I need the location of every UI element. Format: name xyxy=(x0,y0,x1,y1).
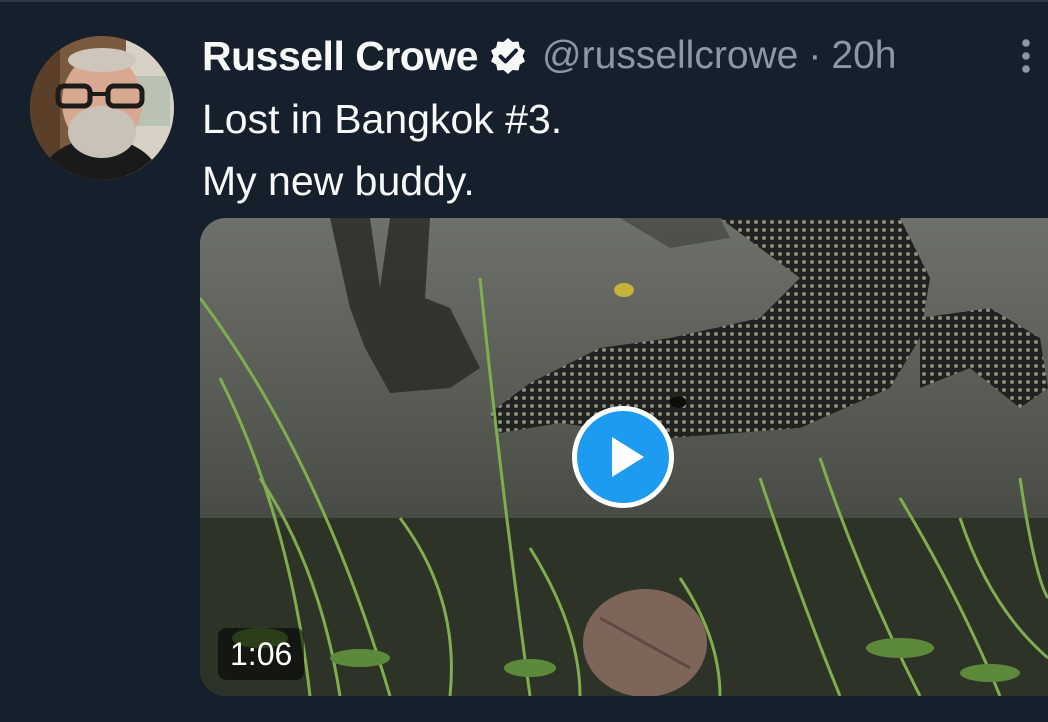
video-player[interactable]: 1:06 xyxy=(200,218,1048,696)
author-handle[interactable]: @russellcrowe xyxy=(542,34,798,78)
separator-dot: · xyxy=(808,34,822,77)
tweet-header: Russell Crowe @russellcrowe · 20h xyxy=(202,28,896,84)
more-options-icon[interactable] xyxy=(1012,36,1040,76)
tweet-text-line: My new buddy. xyxy=(202,158,475,204)
verified-badge-icon xyxy=(488,36,528,76)
video-duration-badge: 1:06 xyxy=(218,628,305,680)
author-display-name[interactable]: Russell Crowe xyxy=(202,33,479,80)
play-icon xyxy=(612,437,644,477)
avatar[interactable] xyxy=(30,36,174,180)
tweet-text-line: Lost in Bangkok #3. xyxy=(202,96,563,142)
tweet[interactable]: Russell Crowe @russellcrowe · 20h Lost i… xyxy=(0,0,1048,722)
play-button[interactable] xyxy=(572,406,674,508)
tweet-timestamp[interactable]: 20h xyxy=(831,34,896,78)
tweet-text: Lost in Bangkok #3. My new buddy. xyxy=(202,88,562,212)
